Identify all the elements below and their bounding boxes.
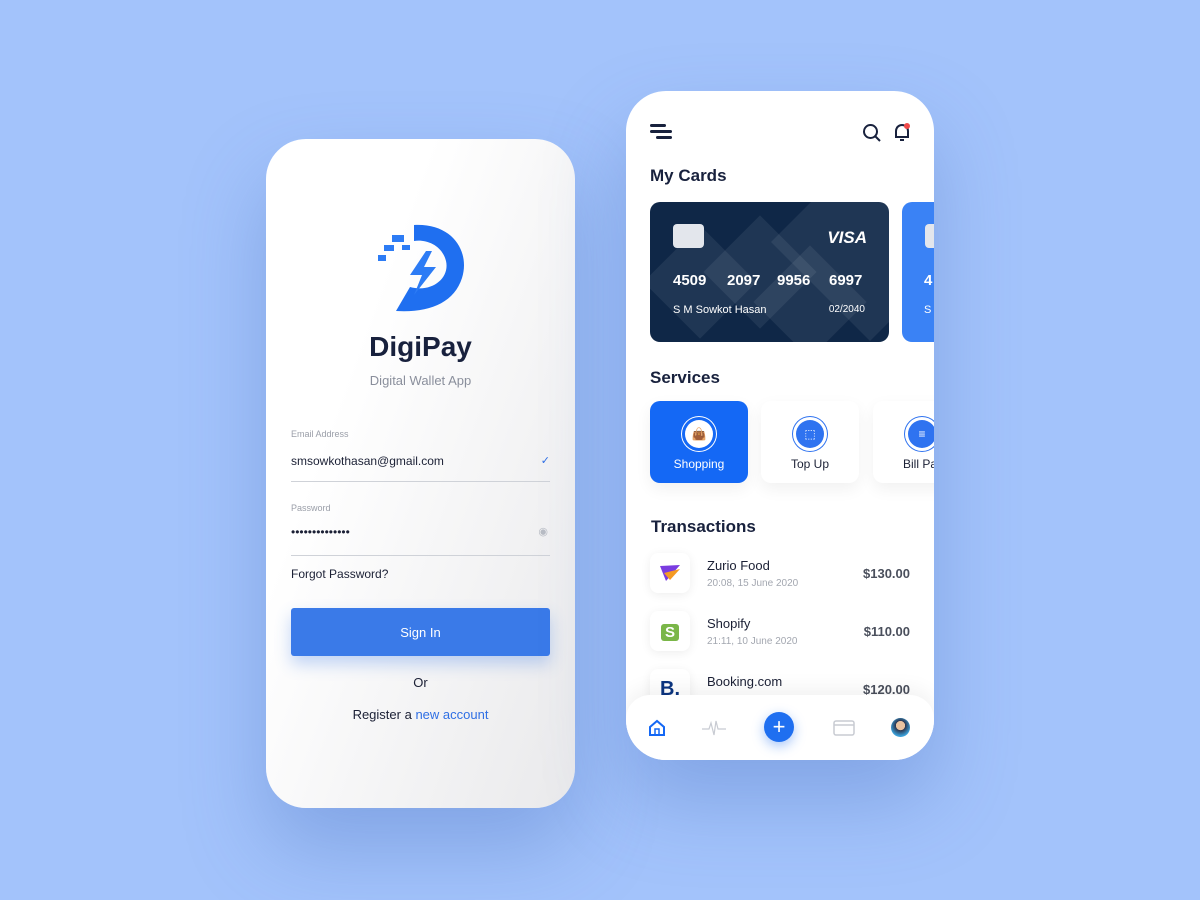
- eye-icon[interactable]: ◉: [538, 525, 548, 538]
- transaction-name: Booking.com: [707, 674, 783, 689]
- card-holder: S M Sowkot Hasan: [673, 304, 767, 316]
- transaction-amount: $130.00: [863, 566, 910, 581]
- login-screen: DigiPay Digital Wallet App Email Address…: [266, 139, 575, 808]
- forgot-password-link[interactable]: Forgot Password?: [291, 567, 388, 581]
- visa-logo: VISA: [827, 228, 867, 247]
- register-text: Register a new account: [266, 707, 575, 722]
- transaction-date: 20:08, 15 June 2020: [707, 578, 799, 589]
- app-name: DigiPay: [369, 331, 472, 362]
- sign-in-button[interactable]: Sign In: [291, 608, 550, 656]
- service-bill-pay[interactable]: ≡ Bill Pa: [873, 401, 934, 483]
- card-holder-partial: S: [924, 304, 932, 316]
- transaction-amount: $110.00: [863, 624, 910, 639]
- card-number-group: 6997: [829, 272, 863, 289]
- visa-card[interactable]: VISA 4509 2097 9956 6997 S M Sowkot Hasa…: [650, 202, 889, 342]
- services-title: Services: [650, 368, 720, 387]
- shopping-bag-icon: 👜: [685, 420, 713, 448]
- password-field[interactable]: •••••••••••••• ◉: [291, 525, 550, 539]
- zurio-logo-icon: [650, 553, 690, 593]
- add-button[interactable]: +: [764, 712, 794, 742]
- card-number-partial: 4: [924, 272, 933, 289]
- menu-icon[interactable]: [650, 124, 672, 139]
- avatar[interactable]: [891, 718, 910, 737]
- activity-icon[interactable]: [702, 719, 726, 737]
- transaction-name: Shopify: [707, 616, 751, 631]
- password-underline: [291, 555, 550, 556]
- register-prefix: Register a: [352, 707, 416, 722]
- or-text: Or: [413, 675, 428, 690]
- chip-icon: [925, 224, 934, 248]
- check-icon: ✓: [540, 455, 550, 467]
- password-value: ••••••••••••••: [291, 525, 350, 539]
- service-label: Bill Pa: [903, 457, 934, 471]
- transaction-name: Zurio Food: [707, 558, 770, 573]
- service-label: Shopping: [673, 457, 725, 471]
- service-shopping[interactable]: 👜 Shopping: [650, 401, 748, 483]
- bill-icon: ≡: [908, 420, 934, 448]
- card-number-group: 2097: [727, 272, 761, 289]
- service-label: Top Up: [790, 457, 830, 471]
- email-value: smsowkothasan@gmail.com: [291, 454, 444, 468]
- new-account-link[interactable]: new account: [415, 707, 488, 722]
- shopify-logo-icon: S: [650, 611, 690, 651]
- second-card[interactable]: 4 S: [902, 202, 934, 342]
- email-field[interactable]: smsowkothasan@gmail.com ✓: [291, 454, 550, 468]
- topup-icon: ⬚: [796, 420, 824, 448]
- card-expiry: 02/2040: [828, 304, 865, 315]
- password-label: Password: [291, 503, 331, 513]
- transaction-date: 21:11, 10 June 2020: [707, 636, 798, 647]
- home-screen: My Cards VISA 4509 2097 9956 6997 S M So…: [626, 91, 934, 760]
- card-icon[interactable]: [833, 720, 855, 736]
- transaction-row[interactable]: Zurio Food 20:08, 15 June 2020 $130.00: [650, 553, 910, 595]
- my-cards-title: My Cards: [650, 166, 727, 185]
- home-icon[interactable]: [648, 719, 666, 737]
- app-subtitle: Digital Wallet App: [369, 373, 472, 388]
- transactions-title: Transactions: [651, 517, 756, 536]
- bottom-nav: +: [626, 695, 934, 760]
- search-icon[interactable]: [862, 123, 882, 143]
- card-number-group: 4509: [673, 272, 707, 289]
- chip-icon: [673, 224, 704, 248]
- email-underline: [291, 481, 550, 482]
- email-label: Email Address: [291, 429, 349, 439]
- digipay-logo-icon: [378, 224, 464, 312]
- bell-icon[interactable]: [892, 122, 912, 142]
- service-top-up[interactable]: ⬚ Top Up: [761, 401, 859, 483]
- transaction-row[interactable]: S Shopify 21:11, 10 June 2020 $110.00: [650, 611, 910, 653]
- card-number-group: 9956: [777, 272, 811, 289]
